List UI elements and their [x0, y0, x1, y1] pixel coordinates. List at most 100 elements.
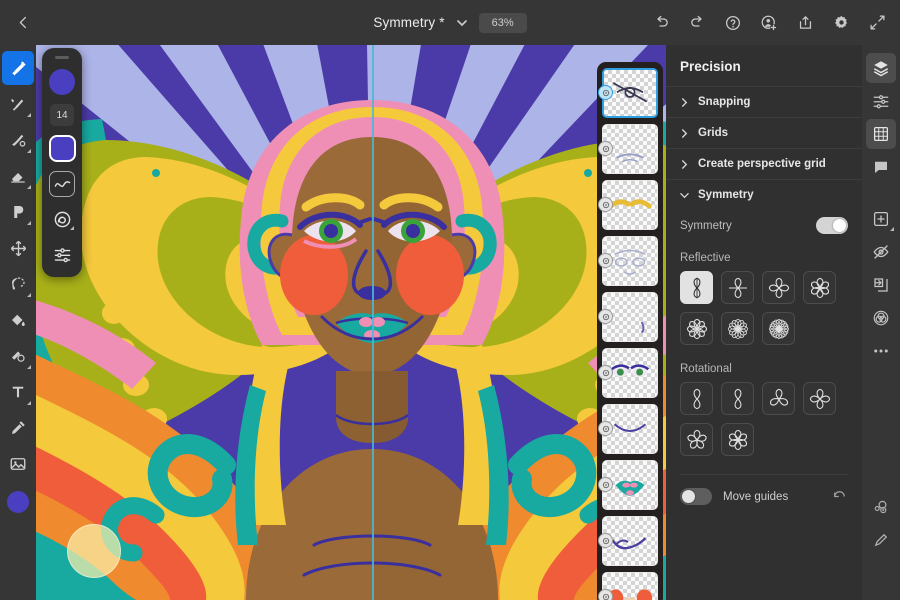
back-button[interactable]: [0, 0, 46, 45]
eyedropper-tool[interactable]: [2, 411, 34, 445]
comments-panel-button[interactable]: [866, 152, 896, 182]
layer-item[interactable]: [602, 572, 658, 600]
layer-item[interactable]: [602, 404, 658, 454]
pencil-tool[interactable]: [2, 87, 34, 121]
layer-item[interactable]: [602, 236, 658, 286]
ellipsis-icon: [872, 347, 890, 355]
image-icon: [9, 455, 27, 473]
layer-visibility-badge[interactable]: [598, 197, 613, 212]
smudge-tool[interactable]: [2, 123, 34, 157]
foreground-color-swatch[interactable]: [7, 491, 29, 513]
layer-item[interactable]: [602, 68, 658, 118]
precision-panel-button[interactable]: [866, 119, 896, 149]
undo-icon: [653, 14, 670, 31]
more-options-button[interactable]: [866, 336, 896, 366]
rotational-options-grid: [666, 382, 862, 460]
edit-button[interactable]: [866, 525, 896, 555]
import-button[interactable]: [866, 270, 896, 300]
layers-panel-button[interactable]: [866, 53, 896, 83]
reflective-label: Reflective: [666, 244, 862, 271]
reflective-3-axis[interactable]: [803, 271, 836, 304]
reflective-8-axis[interactable]: [762, 312, 795, 345]
hide-layer-button[interactable]: [866, 237, 896, 267]
brush-size-value[interactable]: 14: [50, 104, 74, 126]
sidebar-item-grids[interactable]: Grids: [666, 117, 862, 148]
symmetry-guide-line[interactable]: [372, 45, 374, 600]
chevron-right-icon: [680, 129, 689, 138]
zoom-level[interactable]: 63%: [479, 13, 527, 33]
brush-color-swatch[interactable]: [49, 135, 76, 162]
settings-button[interactable]: [826, 8, 856, 38]
place-image-tool[interactable]: [2, 447, 34, 481]
reflective-2-axis[interactable]: [762, 271, 795, 304]
wave-smoothing-icon: [54, 178, 71, 190]
text-tool[interactable]: [2, 375, 34, 409]
blend-mode-button[interactable]: [866, 303, 896, 333]
reflective-diagonal[interactable]: [721, 271, 754, 304]
layer-item[interactable]: [602, 180, 658, 230]
reflective-4-axis[interactable]: [680, 312, 713, 345]
reset-undo-icon[interactable]: [831, 489, 848, 504]
select-subject-button[interactable]: [866, 492, 896, 522]
blend-mode-button[interactable]: [49, 206, 75, 232]
sidebar-item-symmetry[interactable]: Symmetry: [666, 179, 862, 210]
undo-button[interactable]: [646, 8, 676, 38]
rotational-2-fold-diagonal[interactable]: [721, 382, 754, 415]
gear-icon: [602, 257, 610, 265]
pencil-icon: [872, 531, 890, 549]
brush-preview[interactable]: [49, 69, 75, 95]
brush-smoothing-button[interactable]: [49, 171, 75, 197]
transform-tool[interactable]: [2, 231, 34, 265]
shape-tool[interactable]: [2, 195, 34, 229]
rotational-2-fold[interactable]: [680, 382, 713, 415]
brush-tool[interactable]: [2, 51, 34, 85]
move-guides-toggle[interactable]: [680, 488, 712, 505]
layer-item[interactable]: [602, 348, 658, 398]
invite-button[interactable]: [754, 8, 784, 38]
panel-drag-handle[interactable]: [55, 56, 69, 59]
layer-item[interactable]: [602, 460, 658, 510]
help-button[interactable]: [718, 8, 748, 38]
layer-visibility-badge[interactable]: [598, 309, 613, 324]
layer-visibility-badge[interactable]: [598, 421, 613, 436]
fill-tool[interactable]: [2, 303, 34, 337]
layer-item[interactable]: [602, 124, 658, 174]
layer-visibility-badge[interactable]: [598, 365, 613, 380]
symmetry-toggle[interactable]: [816, 217, 848, 234]
add-layer-button[interactable]: [866, 204, 896, 234]
reflective-1-axis[interactable]: [680, 271, 713, 304]
rotational-6-fold[interactable]: [721, 423, 754, 456]
eraser-tool[interactable]: [2, 159, 34, 193]
gear-icon: [602, 425, 610, 433]
artwork-canvas[interactable]: [36, 45, 670, 600]
layer-visibility-badge[interactable]: [598, 85, 613, 100]
share-button[interactable]: [790, 8, 820, 38]
brush-settings-button[interactable]: [49, 241, 75, 267]
layer-visibility-badge[interactable]: [598, 589, 613, 600]
layer-visibility-badge[interactable]: [598, 141, 613, 156]
layer-visibility-badge[interactable]: [598, 533, 613, 548]
adjustments-panel-button[interactable]: [866, 86, 896, 116]
layer-item[interactable]: [602, 516, 658, 566]
lasso-select-tool[interactable]: [2, 267, 34, 301]
sidebar-item-perspective-grid[interactable]: Create perspective grid: [666, 148, 862, 179]
rotational-3-fold[interactable]: [762, 382, 795, 415]
color-picker-circle[interactable]: [67, 524, 121, 578]
fullscreen-button[interactable]: [862, 8, 892, 38]
layer-visibility-badge[interactable]: [598, 253, 613, 268]
layer-visibility-badge[interactable]: [598, 477, 613, 492]
sidebar-item-snapping[interactable]: Snapping: [666, 86, 862, 117]
comment-icon: [872, 158, 890, 176]
clone-tool[interactable]: [2, 339, 34, 373]
chevron-down-icon[interactable]: [455, 16, 469, 30]
layers-filmstrip[interactable]: [597, 62, 663, 600]
reflective-6-axis[interactable]: [721, 312, 754, 345]
expand-arrows-icon: [869, 14, 886, 31]
rotational-5-fold[interactable]: [680, 423, 713, 456]
redo-button[interactable]: [682, 8, 712, 38]
layer-item[interactable]: [602, 292, 658, 342]
text-t-icon: [9, 383, 27, 401]
rotational-4-fold[interactable]: [803, 382, 836, 415]
symmetry-label: Symmetry: [698, 189, 754, 201]
gear-icon: [602, 313, 610, 321]
